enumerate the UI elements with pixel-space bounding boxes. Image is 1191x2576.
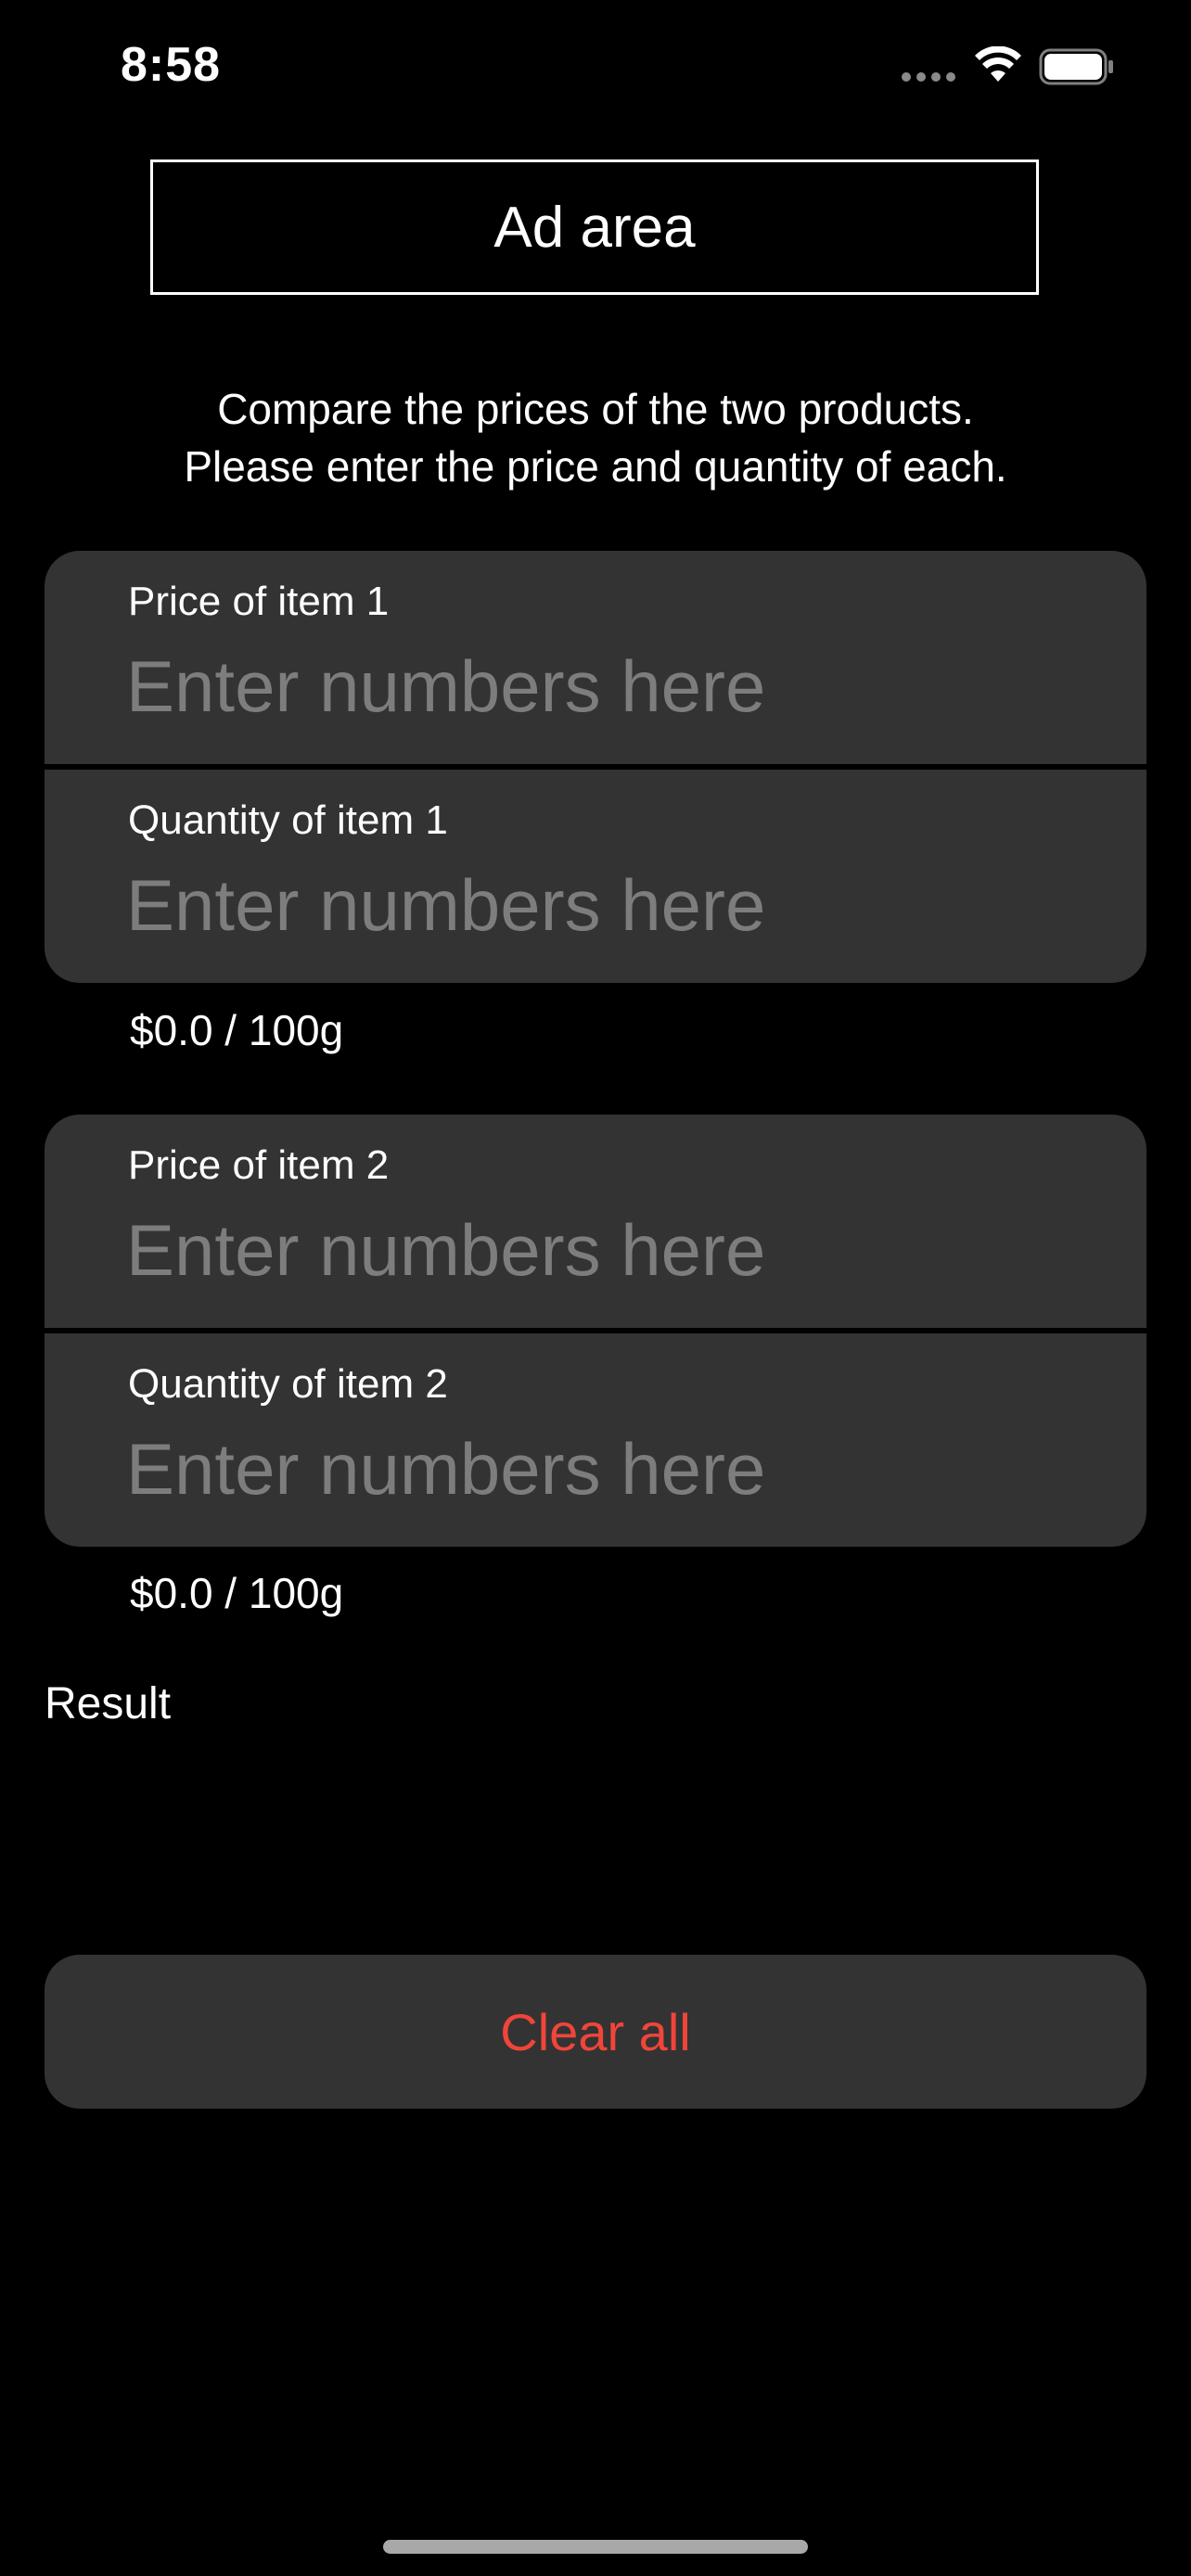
cellular-signal-icon	[902, 72, 957, 82]
item-2-unit-price: $0.0 / 100g	[130, 1569, 344, 1617]
ad-label: Ad area	[493, 195, 696, 260]
item-2-price-cell[interactable]: Price of item 2	[45, 1115, 1146, 1328]
item-2-price-input[interactable]	[126, 1204, 1091, 1296]
item-1-price-label: Price of item 1	[128, 579, 390, 624]
ad-banner[interactable]: Ad area	[150, 159, 1039, 295]
status-time: 8:58	[121, 38, 222, 92]
item-2-quantity-input[interactable]	[126, 1422, 1091, 1515]
item-1-price-cell[interactable]: Price of item 1	[45, 551, 1146, 764]
item-2-price-label: Price of item 2	[128, 1142, 390, 1188]
item-1-quantity-cell[interactable]: Quantity of item 1	[45, 770, 1146, 983]
result-label: Result	[45, 1679, 172, 1728]
item-2-quantity-cell[interactable]: Quantity of item 2	[45, 1333, 1146, 1547]
home-indicator[interactable]	[383, 2540, 808, 2554]
item-2-quantity-label: Quantity of item 2	[128, 1361, 448, 1407]
clear-all-button[interactable]: Clear all	[45, 1955, 1146, 2109]
item-1-quantity-label: Quantity of item 1	[128, 797, 448, 843]
item-1-price-input[interactable]	[126, 640, 1091, 733]
instructions-text: Compare the prices of the two products. …	[0, 380, 1191, 495]
item-1-quantity-input[interactable]	[126, 859, 1091, 951]
wifi-icon	[975, 46, 1021, 82]
status-bar: 8:58	[0, 0, 1191, 139]
instructions-line-1: Compare the prices of the two products.	[217, 385, 974, 433]
item-1-input-group: Price of item 1 Quantity of item 1	[45, 551, 1146, 983]
instructions-line-2: Please enter the price and quantity of e…	[184, 442, 1007, 491]
item-1-unit-price: $0.0 / 100g	[130, 1006, 344, 1054]
battery-icon	[1039, 48, 1113, 85]
item-2-input-group: Price of item 2 Quantity of item 2	[45, 1115, 1146, 1547]
